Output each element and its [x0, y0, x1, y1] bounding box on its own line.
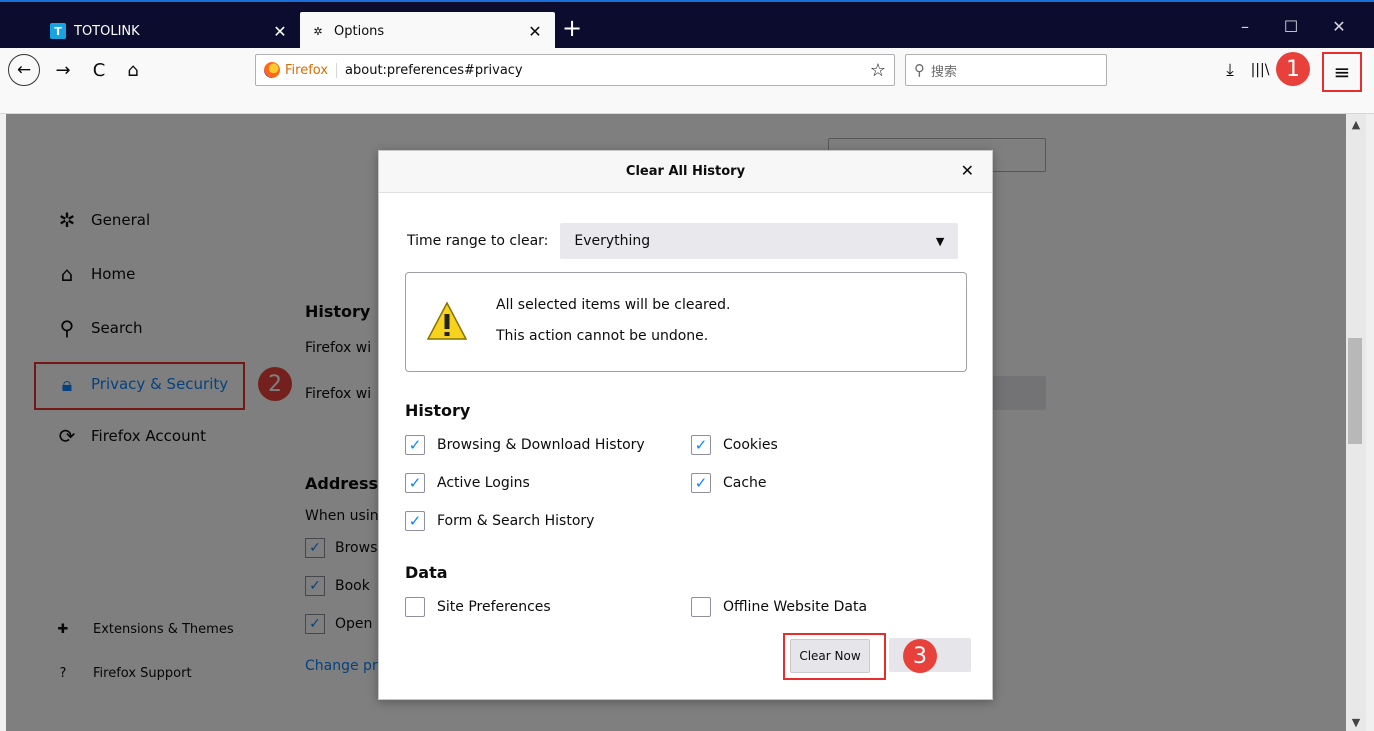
option-label: Cache — [723, 475, 767, 491]
time-range-row: Time range to clear: Everything ▼ — [407, 223, 959, 259]
checkbox-checked[interactable]: ✓ — [405, 435, 425, 455]
site-preferences-option[interactable]: Site Preferences — [405, 597, 551, 617]
back-button[interactable]: ← — [8, 54, 40, 86]
search-placeholder: 搜索 — [931, 64, 958, 80]
minimize-button[interactable]: – — [1222, 12, 1268, 42]
download-icon: ⤓ — [1226, 60, 1234, 80]
search-bar[interactable]: ⚲ 搜索 — [905, 54, 1107, 86]
tab-title: TOTOLINK — [74, 23, 140, 39]
close-tab-icon[interactable]: ✕ — [525, 22, 545, 41]
active-logins-option[interactable]: ✓ Active Logins — [405, 473, 530, 493]
warning-line-1: All selected items will be cleared. — [496, 297, 731, 313]
option-label: Browsing & Download History — [437, 437, 645, 453]
checkbox-checked[interactable]: ✓ — [405, 473, 425, 493]
bookmark-star-icon[interactable]: ☆ — [870, 60, 886, 81]
window-left-edge — [0, 114, 6, 731]
warning-line-2: This action cannot be undone. — [496, 328, 709, 344]
time-range-select[interactable]: Everything ▼ — [560, 223, 959, 259]
search-icon: ⚲ — [914, 61, 925, 79]
identity-label: Firefox — [285, 62, 338, 78]
reload-icon: C — [92, 59, 106, 81]
browsing-download-history-option[interactable]: ✓ Browsing & Download History — [405, 435, 645, 455]
checkbox-checked[interactable]: ✓ — [405, 511, 425, 531]
tab-totolink[interactable]: T TOTOLINK ✕ — [40, 12, 300, 50]
forward-arrow-icon: → — [55, 59, 71, 81]
checkbox-checked[interactable]: ✓ — [691, 435, 711, 455]
dialog-titlebar: Clear All History ✕ — [379, 151, 992, 193]
history-section-heading: History — [405, 401, 471, 420]
form-search-history-option[interactable]: ✓ Form & Search History — [405, 511, 594, 531]
tab-title: Options — [334, 23, 385, 39]
forward-button[interactable]: → — [48, 55, 78, 85]
tab-options[interactable]: ✲ Options ✕ — [300, 12, 555, 50]
firefox-icon — [264, 62, 280, 78]
cookies-option[interactable]: ✓ Cookies — [691, 435, 778, 455]
annotation-badge-3: 3 — [903, 639, 937, 673]
scroll-up-icon[interactable]: ▲ — [1346, 118, 1366, 131]
dialog-title: Clear All History — [625, 164, 746, 179]
close-icon[interactable]: ✕ — [961, 161, 974, 180]
home-icon: ⌂ — [127, 59, 139, 81]
reload-button[interactable]: C — [84, 55, 114, 85]
time-range-label: Time range to clear: — [407, 233, 549, 249]
time-range-value: Everything — [574, 233, 651, 249]
warning-icon — [426, 301, 468, 340]
totolink-favicon-icon: T — [50, 23, 66, 39]
dropdown-arrow-icon: ▼ — [935, 234, 945, 248]
clear-history-dialog: Clear All History ✕ Time range to clear:… — [378, 150, 993, 700]
offline-website-data-option[interactable]: Offline Website Data — [691, 597, 867, 617]
option-label: Form & Search History — [437, 513, 595, 529]
new-tab-button[interactable]: + — [560, 14, 584, 44]
home-button[interactable]: ⌂ — [118, 55, 148, 85]
checkbox-unchecked[interactable] — [405, 597, 425, 617]
toolbar-spacer — [0, 92, 1374, 114]
downloads-button[interactable]: ⤓ — [1216, 56, 1244, 84]
url-text[interactable]: about:preferences#privacy — [345, 63, 870, 78]
option-label: Cookies — [723, 437, 778, 453]
close-window-button[interactable]: ✕ — [1316, 12, 1362, 42]
hamburger-menu-icon: ≡ — [1333, 60, 1351, 84]
option-label: Active Logins — [437, 475, 530, 491]
navigation-toolbar: ← → C ⌂ Firefox about:preferences#privac… — [0, 48, 1374, 92]
maximize-button[interactable]: ☐ — [1268, 12, 1314, 42]
window-right-edge — [1366, 114, 1374, 731]
open-menu-button[interactable]: ≡ — [1322, 52, 1362, 92]
scrollbar-thumb[interactable] — [1348, 338, 1362, 444]
checkbox-unchecked[interactable] — [691, 597, 711, 617]
back-arrow-icon: ← — [16, 60, 32, 80]
option-label: Site Preferences — [437, 599, 551, 615]
checkbox-checked[interactable]: ✓ — [691, 473, 711, 493]
close-tab-icon[interactable]: ✕ — [270, 22, 290, 41]
option-label: Offline Website Data — [723, 599, 868, 615]
scroll-down-icon[interactable]: ▼ — [1346, 716, 1366, 729]
warning-box: All selected items will be cleared. This… — [405, 272, 967, 372]
gear-icon: ✲ — [313, 24, 323, 38]
cache-option[interactable]: ✓ Cache — [691, 473, 767, 493]
annotation-badge-1: 1 — [1276, 52, 1310, 86]
highlight-box-clear-now — [783, 633, 886, 680]
tab-strip: T TOTOLINK ✕ ✲ Options ✕ + – ☐ ✕ — [0, 0, 1374, 50]
url-bar[interactable]: Firefox about:preferences#privacy ☆ — [255, 54, 895, 86]
data-section-heading: Data — [405, 563, 448, 582]
library-icon: |||\ — [1250, 62, 1270, 78]
library-button[interactable]: |||\ — [1246, 56, 1274, 84]
